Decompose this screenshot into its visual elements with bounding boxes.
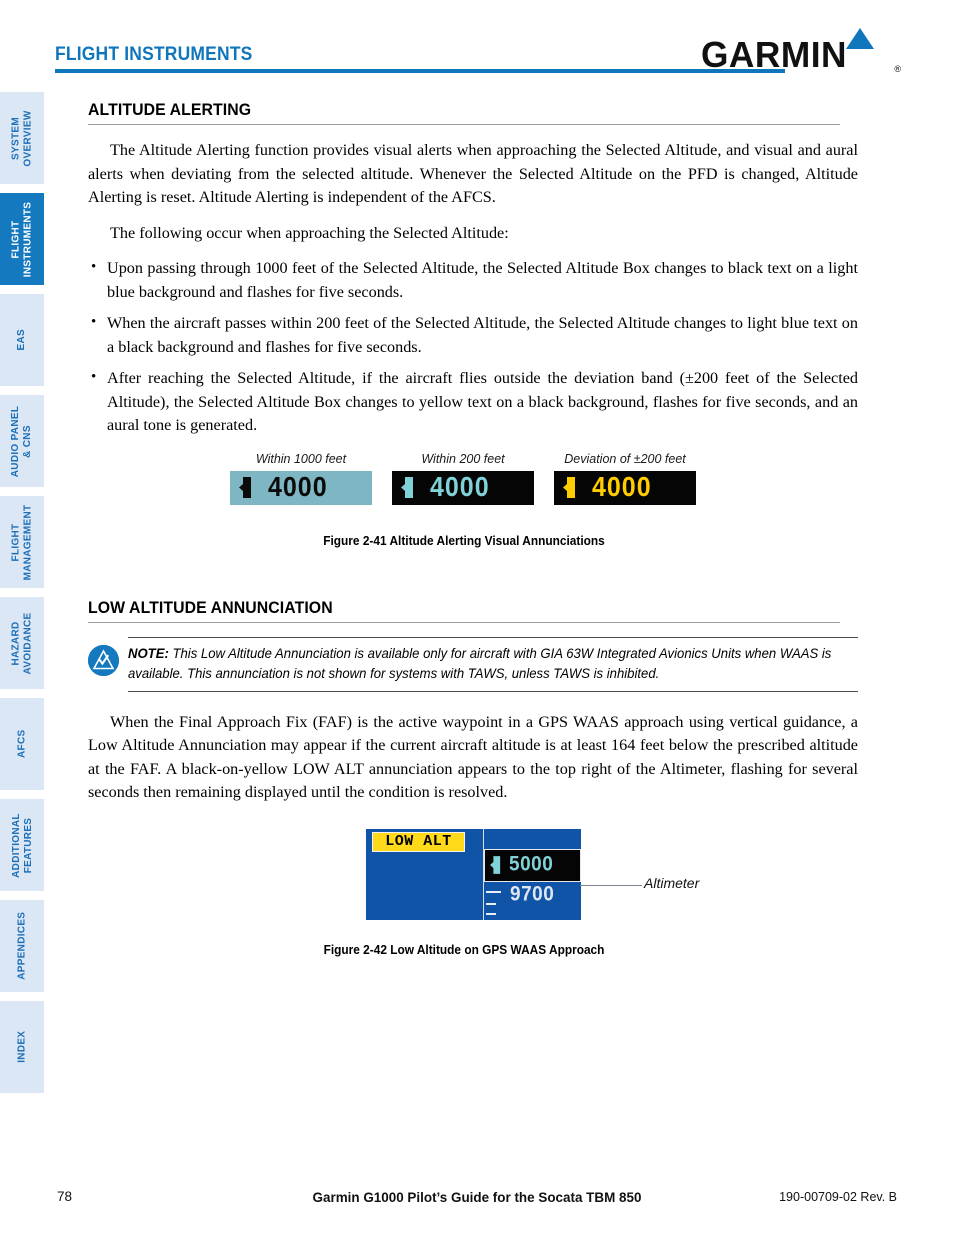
sidebar-tab-eas[interactable]: EAS	[0, 294, 44, 386]
altitude-bug-icon	[563, 477, 576, 498]
page-title: FLIGHT INSTRUMENTS	[55, 44, 253, 65]
garmin-logo: GARMIN ®	[701, 28, 901, 76]
sidebar-tab-label: APPENDICES	[16, 911, 28, 981]
sidebar-tab-appendices[interactable]: APPENDICES	[0, 900, 44, 992]
altimeter-tape: 5000 9700	[483, 828, 581, 920]
selected-altitude-box: 4000	[554, 470, 696, 505]
header-divider	[55, 69, 785, 73]
altitude-bug-icon	[401, 477, 414, 498]
pfd-panel-screenshot: LOW ALT 5000 9700	[366, 828, 581, 920]
altitude-annunciation-label: Within 1000 feet	[255, 451, 347, 466]
sidebar-tab-label: SYSTEM OVERVIEW	[10, 109, 34, 167]
selected-altitude-box: 4000	[392, 470, 534, 505]
altitude-bug-icon	[239, 477, 252, 498]
altitude-annunciation-within-1000: Within 1000 feet 4000	[230, 452, 372, 505]
note-text: NOTE: This Low Altitude Annunciation is …	[128, 644, 832, 685]
selected-altitude-value: 4000	[268, 471, 328, 503]
section-heading-altitude-alerting: ALTITUDE ALERTING	[88, 100, 252, 119]
paragraph-following-occur: The following occur when approaching the…	[110, 223, 509, 242]
sidebar-tab-label: HAZARD AVOIDANCE	[10, 612, 34, 674]
list-item: After reaching the Selected Altitude, if…	[88, 366, 858, 438]
section-divider	[88, 621, 840, 623]
altitude-annunciation-label: Deviation of ±200 feet	[564, 451, 686, 466]
sidebar-tab-label: AUDIO PANEL & CNS	[10, 405, 34, 477]
selected-altitude-value: 5000	[509, 852, 554, 876]
page-content: ALTITUDE ALERTING The Altitude Alerting …	[88, 100, 858, 963]
sidebar-tab-audio-panel-cns[interactable]: AUDIO PANEL & CNS	[0, 395, 44, 487]
selected-altitude-value: 4000	[430, 471, 490, 503]
altimeter-tick	[486, 912, 496, 915]
altimeter-tick	[486, 890, 501, 893]
altitude-bug-icon	[490, 856, 501, 874]
altimeter-tick	[486, 902, 496, 905]
sidebar-tab-index[interactable]: INDEX	[0, 1001, 44, 1093]
page-footer: 78 Garmin G1000 Pilot’s Guide for the So…	[0, 1189, 954, 1209]
note-label: NOTE:	[128, 645, 169, 661]
page-header: FLIGHT INSTRUMENTS GARMIN ®	[0, 0, 954, 90]
figure-caption-2-41: Figure 2-41 Altitude Alerting Visual Ann…	[323, 533, 605, 548]
figure-caption-2-42: Figure 2-42 Low Altitude on GPS WAAS App…	[323, 942, 605, 957]
paragraph-altitude-alerting-intro: The Altitude Alerting function provides …	[88, 141, 858, 206]
note-body: This Low Altitude Annunciation is availa…	[128, 645, 832, 682]
bullet-list-altitude-alerting: Upon passing through 1000 feet of the Se…	[88, 256, 858, 438]
sidebar-tab-label: FLIGHT INSTRUMENTS	[10, 201, 34, 277]
sidebar-tab-hazard-avoidance[interactable]: HAZARD AVOIDANCE	[0, 597, 44, 689]
note-box: NOTE: This Low Altitude Annunciation is …	[128, 636, 858, 692]
note-info-icon	[88, 644, 119, 676]
sidebar-tab-label: AFCS	[16, 729, 28, 759]
list-item: Upon passing through 1000 feet of the Se…	[88, 256, 858, 304]
note-callout: NOTE: This Low Altitude Annunciation is …	[88, 636, 858, 695]
sidebar-tab-label: EAS	[16, 329, 28, 351]
sidebar-tab-flight-instruments[interactable]: FLIGHT INSTRUMENTS	[0, 193, 44, 285]
callout-leader-line	[580, 884, 642, 887]
sidebar-tab-label: FLIGHT MANAGEMENT	[10, 504, 34, 580]
figure-2-42: LOW ALT 5000 9700 Altimeter Figure 2-42 …	[88, 823, 858, 963]
sidebar-tab-label: ADDITIONAL FEATURES	[10, 812, 34, 878]
sidebar-tab-additional-features[interactable]: ADDITIONAL FEATURES	[0, 799, 44, 891]
altitude-annunciation-within-200: Within 200 feet 4000	[392, 452, 534, 505]
selected-altitude-box: 5000	[484, 848, 581, 882]
callout-label-altimeter: Altimeter	[644, 874, 700, 891]
sidebar-tabs: SYSTEM OVERVIEW FLIGHT INSTRUMENTS EAS AUDI…	[0, 92, 44, 1102]
current-altitude-value: 9700	[510, 882, 555, 906]
footer-document-number: 190-00709-02 Rev. B	[779, 1190, 897, 1204]
registered-trademark-icon: ®	[894, 64, 901, 74]
sidebar-tab-label: INDEX	[16, 1030, 28, 1064]
figure-2-41: Within 1000 feet 4000 Within 200 feet 40…	[88, 452, 858, 552]
paragraph-low-altitude: When the Final Approach Fix (FAF) is the…	[88, 712, 858, 802]
selected-altitude-value: 4000	[592, 471, 652, 503]
altitude-annunciation-label: Within 200 feet	[421, 451, 505, 466]
garmin-triangle-icon	[846, 28, 874, 49]
altitude-annunciation-deviation: Deviation of ±200 feet 4000	[554, 452, 696, 505]
sidebar-tab-flight-management[interactable]: FLIGHT MANAGEMENT	[0, 496, 44, 588]
section-divider	[88, 124, 840, 125]
low-alt-annunciation-badge: LOW ALT	[372, 831, 465, 852]
garmin-wordmark: GARMIN	[701, 34, 848, 75]
sidebar-tab-afcs[interactable]: AFCS	[0, 698, 44, 790]
section-heading-low-altitude-annunciation: LOW ALTITUDE ANNUNCIATION	[88, 597, 333, 617]
sidebar-tab-system-overview[interactable]: SYSTEM OVERVIEW	[0, 92, 44, 184]
selected-altitude-box: 4000	[230, 470, 372, 505]
list-item: When the aircraft passes within 200 feet…	[88, 311, 858, 359]
